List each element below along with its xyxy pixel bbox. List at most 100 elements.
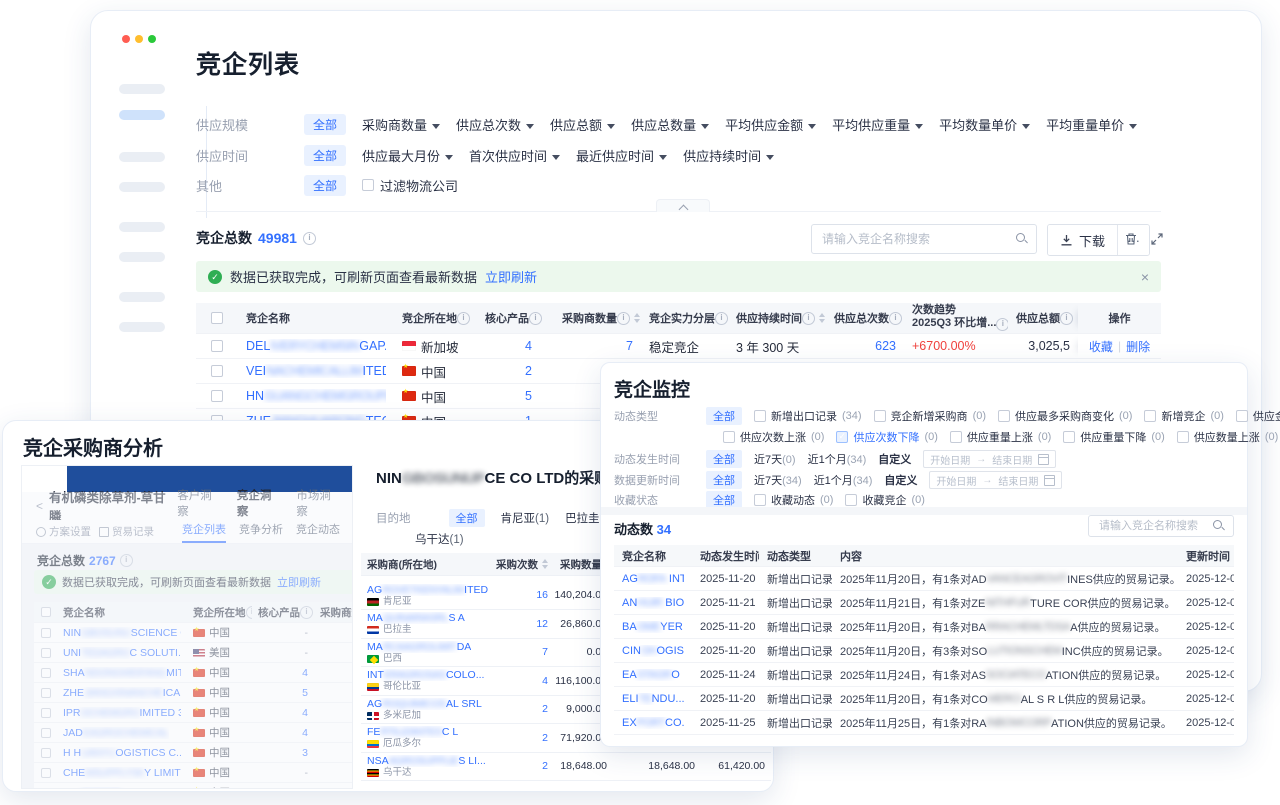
download-button[interactable]: 下载 (1048, 225, 1117, 255)
search-input[interactable] (1097, 519, 1213, 533)
back-icon[interactable]: < (36, 499, 43, 513)
sidebar-item[interactable] (119, 84, 165, 94)
occur-all-chip[interactable]: 全部 (706, 450, 742, 468)
competitor-name-link[interactable]: NINGBOSUNUSCIENCE C... (63, 627, 181, 639)
competitor-name-link[interactable]: ELITENDU... (622, 693, 684, 705)
row-checkbox[interactable] (41, 648, 51, 658)
buyer-name-link[interactable]: FERTILIZANTESC L (367, 726, 458, 738)
type-all-chip[interactable]: 全部 (706, 407, 742, 425)
competitor-name-link[interactable]: DELIVERYCHEMSINGAP... (246, 339, 386, 353)
monitor-type-checkbox[interactable]: 收藏竞企(0) (845, 492, 924, 508)
buyer-name-link[interactable]: MAQUINARIASRLS A (367, 612, 465, 624)
monitor-type-checkbox[interactable]: 收藏动态(0) (754, 492, 833, 508)
row-checkbox[interactable] (41, 768, 51, 778)
competitor-name-link[interactable]: SHANDONGWEIFANGMITED (63, 667, 181, 679)
monitor-type-checkbox[interactable]: 供应次数上涨(0) (723, 429, 824, 445)
row-checkbox[interactable] (41, 748, 51, 758)
monitor-type-checkbox[interactable]: 供应数量上涨(0) (1177, 429, 1278, 445)
competitor-name-link[interactable]: EXPORTCO... (622, 717, 684, 729)
collapse-filters-tab[interactable] (656, 199, 710, 212)
sort-icon[interactable] (634, 313, 640, 323)
window-controls[interactable] (122, 35, 156, 43)
competitor-name-link[interactable]: VEINACHEMICALLIMITED (246, 364, 386, 378)
monitor-type-checkbox[interactable]: 供应次数下降(0) (836, 429, 937, 445)
window-control-dot[interactable] (122, 35, 130, 43)
filter-dropdown[interactable]: 平均供应金额 (725, 115, 816, 134)
refresh-link[interactable]: 立即刷新 (485, 267, 537, 286)
competitor-name-link[interactable]: CINOHOGIS... (622, 645, 684, 657)
subtab-competition-analysis[interactable]: 竞争分析 (239, 521, 283, 543)
competitor-name-link[interactable]: H HUANYUOGISTICS C... (63, 747, 181, 759)
subtab-competitor-news[interactable]: 竞企动态 (296, 521, 340, 543)
custom-range-label[interactable]: 自定义 (878, 451, 911, 467)
date-range-input[interactable]: 开始日期→结束日期 (929, 471, 1062, 489)
competitor-name-link[interactable]: BAOMEYER ... (622, 621, 684, 633)
sidebar-item[interactable] (119, 292, 165, 302)
sidebar-item[interactable] (119, 322, 165, 332)
monitor-type-checkbox[interactable]: 竞企新增采购商(0) (874, 408, 986, 424)
sort-icon[interactable] (819, 313, 825, 323)
monitor-type-checkbox[interactable]: 供应金额上涨(0) (1236, 408, 1280, 424)
row-checkbox[interactable] (41, 688, 51, 698)
filter-dropdown[interactable]: 供应总额 (550, 115, 615, 134)
search-icon[interactable] (1016, 233, 1028, 245)
filter-all-chip[interactable]: 全部 (304, 175, 346, 196)
row-checkbox[interactable] (41, 788, 51, 790)
time-range-option[interactable]: 近1个月(34) (814, 472, 873, 488)
filter-dropdown[interactable]: 首次供应时间 (469, 146, 560, 165)
monitor-type-checkbox[interactable]: 供应重量下降(0) (1063, 429, 1164, 445)
row-checkbox[interactable] (41, 728, 51, 738)
filter-dropdown[interactable]: 最近供应时间 (576, 146, 667, 165)
filter-all-chip[interactable]: 全部 (304, 145, 346, 166)
monitor-type-checkbox[interactable]: 供应重量上涨(0) (950, 429, 1051, 445)
destination-option[interactable]: 肯尼亚(1) (501, 510, 550, 526)
buyer-name-link[interactable]: AGROVETKENYALIMITED (367, 584, 488, 596)
trash-button[interactable] (1119, 227, 1143, 251)
competitor-name-link[interactable]: EASTAGRO (622, 669, 680, 681)
destination-option[interactable]: 乌干达(1) (415, 531, 464, 547)
time-range-option[interactable]: 近7天(34) (754, 472, 802, 488)
monitor-type-checkbox[interactable]: 新增出口记录(34) (754, 408, 862, 424)
time-range-option[interactable]: 近7天(0) (754, 451, 796, 467)
buyer-name-link[interactable]: MARCAAGROLIMITDA (367, 641, 471, 653)
competitor-name-link[interactable]: AGROFA INT... (622, 573, 684, 585)
competitor-name-link[interactable]: JADEAGROCHEMICAL (63, 727, 169, 739)
row-checkbox[interactable] (211, 365, 223, 377)
row-checkbox[interactable] (211, 340, 223, 352)
close-icon[interactable]: × (1141, 269, 1149, 285)
sidebar-item[interactable] (119, 110, 165, 120)
filter-dropdown[interactable]: 供应最大月份 (362, 146, 453, 165)
competitor-name-link[interactable]: ZHEJIANGXINANCHEICAL (63, 687, 181, 699)
window-control-dot[interactable] (135, 35, 143, 43)
buyer-name-link[interactable]: AGROQUIMICOSAL SRL (367, 698, 482, 710)
time-range-option[interactable]: 近1个月(34) (808, 451, 867, 467)
competitor-name-link[interactable]: IPROCHEMGROIMITED 35... (63, 707, 181, 719)
filter-dropdown[interactable]: 供应持续时间 (683, 146, 774, 165)
competitor-name-link[interactable]: HNGUANGCHEMGROUPLITED (246, 389, 386, 403)
window-control-dot[interactable] (148, 35, 156, 43)
expand-button[interactable] (1145, 227, 1169, 251)
search-icon[interactable] (1213, 520, 1225, 532)
select-all-checkbox[interactable] (41, 607, 51, 617)
competitor-name-link[interactable]: UNITEDAGROC SOLUTI... (63, 647, 181, 659)
row-checkbox[interactable] (41, 668, 51, 678)
search-box[interactable] (811, 224, 1037, 254)
sort-icon[interactable] (542, 559, 548, 569)
filter-dropdown[interactable]: 平均数量单价 (939, 115, 1030, 134)
monitor-type-checkbox[interactable]: 供应最多采购商变化(0) (998, 408, 1132, 424)
select-all-checkbox[interactable] (211, 312, 223, 324)
favorite-link[interactable]: 收藏 (1089, 338, 1113, 355)
filter-dropdown[interactable]: 平均重量单价 (1046, 115, 1137, 134)
filter-dropdown[interactable]: 供应总次数 (456, 115, 534, 134)
competitor-name-link[interactable]: ULTRAFASTLOGISTICS ... (63, 787, 181, 790)
monitor-search-box[interactable] (1088, 515, 1234, 537)
search-input[interactable] (820, 231, 1016, 247)
row-checkbox[interactable] (41, 628, 51, 638)
filter-dropdown[interactable]: 平均供应重量 (832, 115, 923, 134)
filter-dropdown[interactable]: 供应总数量 (631, 115, 709, 134)
sidebar-item[interactable] (119, 222, 165, 232)
subtab-competitor-list[interactable]: 竞企列表 (182, 521, 226, 543)
filter-all-chip[interactable]: 全部 (304, 114, 346, 135)
sidebar-item[interactable] (119, 182, 165, 192)
refresh-link[interactable]: 立即刷新 (277, 574, 321, 590)
